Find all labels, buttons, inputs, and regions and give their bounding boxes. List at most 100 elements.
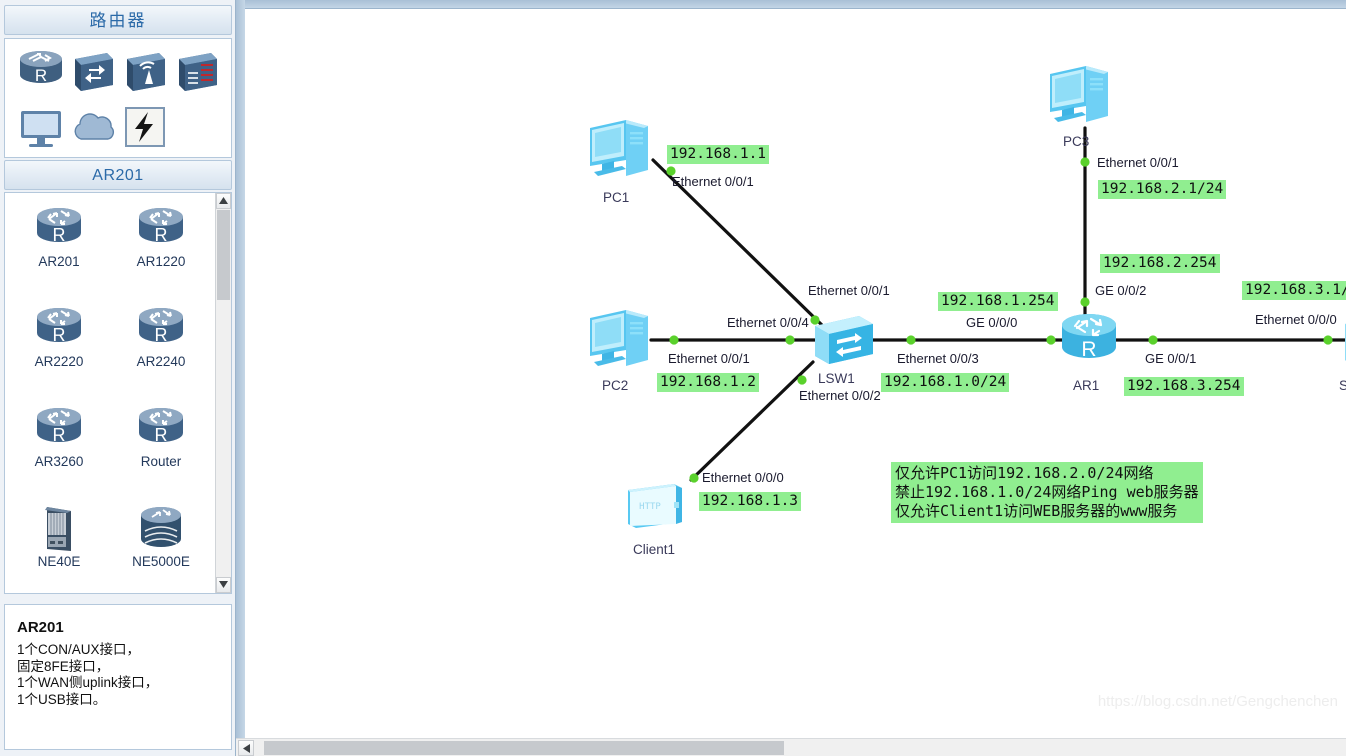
ip-label-pc3: 192.168.2.1/24 bbox=[1098, 180, 1227, 199]
endpoint-icon[interactable] bbox=[15, 101, 67, 153]
svg-text:R: R bbox=[53, 325, 66, 345]
iface-label-lsw1-e002: Ethernet 0/0/2 bbox=[799, 388, 881, 403]
node-server1[interactable]: .COM bbox=[1341, 310, 1346, 372]
ip-label-lan-subnet: 192.168.1.0/24 bbox=[881, 373, 1010, 392]
device-item-ne40e[interactable]: NE40E bbox=[9, 501, 109, 569]
palette-category-header[interactable]: 路由器 bbox=[4, 5, 232, 35]
device-item-label: AR1220 bbox=[136, 254, 186, 269]
node-label-pc3: PC3 bbox=[1063, 134, 1090, 149]
canvas-top-splitter[interactable] bbox=[236, 0, 1346, 9]
iface-label-lsw1-e001: Ethernet 0/0/1 bbox=[808, 283, 890, 298]
iface-label-server1-e000: Ethernet 0/0/0 bbox=[1255, 312, 1337, 327]
svg-text:R: R bbox=[155, 225, 168, 245]
scroll-left-arrow-icon[interactable] bbox=[238, 740, 254, 756]
note-line: 仅允许Client1访问WEB服务器的www服务 bbox=[895, 502, 1178, 520]
ip-label-pc2: 192.168.1.2 bbox=[657, 373, 760, 392]
firewall-icon[interactable] bbox=[171, 45, 223, 97]
client-http-badge: HTTP bbox=[639, 502, 661, 512]
router-cylinder-icon: R bbox=[31, 401, 87, 453]
svg-text:R: R bbox=[53, 225, 66, 245]
chassis-icon bbox=[31, 501, 87, 553]
svg-text:R: R bbox=[155, 325, 168, 345]
ip-label-client1: 192.168.1.3 bbox=[699, 492, 802, 511]
device-item-ne5000e[interactable]: NE5000E bbox=[111, 501, 211, 569]
node-pc2[interactable] bbox=[586, 306, 656, 372]
horizontal-scroll-thumb[interactable] bbox=[264, 741, 784, 755]
router-cylinder-icon: R bbox=[31, 201, 87, 253]
node-lsw1[interactable] bbox=[811, 312, 877, 368]
iface-label-ar1-ge001: GE 0/0/1 bbox=[1145, 351, 1197, 366]
device-item-ar3260[interactable]: R AR3260 bbox=[9, 401, 109, 469]
ip-label-ar1-ge000: 192.168.1.254 bbox=[938, 292, 1058, 311]
svg-text:R: R bbox=[1081, 338, 1096, 361]
device-item-ar1220[interactable]: R AR1220 bbox=[111, 201, 211, 269]
device-info-line: 固定8FE接口， bbox=[17, 658, 110, 674]
device-item-label: AR201 bbox=[38, 254, 80, 269]
port-dot bbox=[906, 335, 916, 345]
topology-canvas[interactable]: PC1 PC2 PC3 LSW1 R AR1 S HTTP Client1 Et… bbox=[245, 10, 1346, 738]
port-dot bbox=[797, 375, 807, 385]
port-dot bbox=[785, 335, 795, 345]
device-item-ar2240[interactable]: R AR2240 bbox=[111, 301, 211, 369]
router-icon[interactable]: R bbox=[15, 45, 67, 97]
device-model-header[interactable]: AR201 bbox=[4, 160, 232, 190]
ip-label-ar1-ge001: 192.168.3.254 bbox=[1124, 377, 1244, 396]
palette-icon-grid: R bbox=[4, 38, 232, 158]
canvas-left-splitter[interactable] bbox=[236, 0, 245, 742]
port-dot bbox=[1080, 157, 1090, 167]
network-topology: PC1 PC2 PC3 LSW1 R AR1 S HTTP Client1 Et… bbox=[245, 10, 1346, 738]
scroll-down-arrow-icon[interactable] bbox=[216, 577, 231, 593]
device-list-scrollbar[interactable] bbox=[215, 193, 231, 593]
router-cylinder-icon: R bbox=[133, 201, 189, 253]
device-palette-sidebar: 路由器 R AR201 R AR201 R AR1220 R AR2220 R … bbox=[0, 0, 236, 756]
port-dot bbox=[1046, 335, 1056, 345]
ip-label-pc1: 192.168.1.1 bbox=[667, 145, 770, 164]
cloud-icon[interactable] bbox=[67, 101, 119, 153]
iface-label-client1-e000: Ethernet 0/0/0 bbox=[702, 470, 784, 485]
node-ar1[interactable]: R bbox=[1057, 310, 1121, 372]
connection-icon[interactable] bbox=[119, 101, 171, 153]
device-list-scroll-thumb[interactable] bbox=[217, 210, 230, 300]
topology-links bbox=[649, 126, 1346, 483]
iface-label-ar1-ge002: GE 0/0/2 bbox=[1095, 283, 1147, 298]
node-pc3[interactable] bbox=[1046, 62, 1116, 128]
node-label-client1: Client1 bbox=[633, 542, 676, 557]
switch-icon[interactable] bbox=[67, 45, 119, 97]
iface-label-pc2-e001: Ethernet 0/0/1 bbox=[668, 351, 750, 366]
device-item-label: NE5000E bbox=[132, 554, 190, 569]
node-pc1[interactable] bbox=[586, 116, 656, 182]
device-info-line: 1个USB接口。 bbox=[17, 691, 107, 707]
node-client1[interactable]: HTTP bbox=[624, 480, 690, 534]
node-label-ar1: AR1 bbox=[1073, 378, 1100, 393]
note-line: 禁止192.168.1.0/24网络Ping web服务器 bbox=[895, 483, 1199, 501]
note-line: 仅允许PC1访问192.168.2.0/24网络 bbox=[895, 464, 1154, 482]
wlan-ap-icon[interactable] bbox=[119, 45, 171, 97]
port-dot bbox=[689, 473, 699, 483]
canvas-horizontal-scrollbar[interactable] bbox=[236, 738, 1346, 756]
topology-note-block: 仅允许PC1访问192.168.2.0/24网络 禁止192.168.1.0/2… bbox=[891, 462, 1203, 523]
svg-text:R: R bbox=[53, 425, 66, 445]
router-cylinder-icon: R bbox=[133, 301, 189, 353]
router-cylinder-icon: R bbox=[133, 401, 189, 453]
device-item-label: NE40E bbox=[37, 554, 81, 569]
node-label-pc2: PC2 bbox=[602, 378, 629, 393]
svg-text:R: R bbox=[35, 66, 47, 85]
node-label-pc1: PC1 bbox=[603, 190, 630, 205]
device-info-line: 1个CON/AUX接口， bbox=[17, 642, 141, 657]
topology-canvas-area: PC1 PC2 PC3 LSW1 R AR1 S HTTP Client1 Et… bbox=[236, 0, 1346, 756]
device-info-line: 1个WAN侧uplink接口， bbox=[17, 675, 159, 690]
iface-label-pc1-e001: Ethernet 0/0/1 bbox=[672, 174, 754, 189]
ip-label-ar1-ge002: 192.168.2.254 bbox=[1100, 254, 1220, 273]
device-item-ar2220[interactable]: R AR2220 bbox=[9, 301, 109, 369]
router-cylinder-icon: R bbox=[31, 301, 87, 353]
device-item-label: AR2240 bbox=[136, 354, 186, 369]
iface-label-lsw1-e004: Ethernet 0/0/4 bbox=[727, 315, 809, 330]
watermark-text: https://blog.csdn.net/Gengchenchen bbox=[1097, 693, 1338, 710]
device-item-ar201[interactable]: R AR201 bbox=[9, 201, 109, 269]
iface-label-pc3-e001: Ethernet 0/0/1 bbox=[1097, 155, 1179, 170]
device-item-router[interactable]: R Router bbox=[111, 401, 211, 469]
port-dot bbox=[1080, 297, 1090, 307]
node-label-lsw1: LSW1 bbox=[818, 371, 855, 386]
node-label-server1: Server1 bbox=[1339, 378, 1346, 393]
scroll-up-arrow-icon[interactable] bbox=[216, 193, 231, 209]
